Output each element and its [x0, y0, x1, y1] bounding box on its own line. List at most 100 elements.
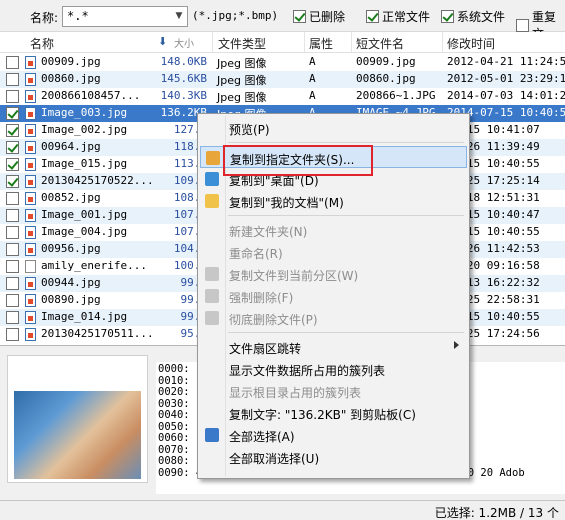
menu-separator [228, 332, 464, 333]
row-checkbox[interactable] [6, 277, 19, 290]
checkbox-deleted-label: 已删除 [309, 10, 346, 24]
menu-item-label: 预览(P) [229, 123, 270, 137]
table-row[interactable]: 00860.jpg 145.6KB Jpeg 图像 A 00860.jpg 2012-05… [0, 71, 565, 88]
cell-attr: A [309, 55, 316, 68]
cell-type: Jpeg 图像 [217, 74, 267, 87]
row-checkbox[interactable] [6, 192, 19, 205]
menu-item[interactable]: 全部取消选择(U) [200, 446, 467, 468]
table-row[interactable]: 200866108457... 140.3KB Jpeg 图像 A 200866~1.J… [0, 88, 565, 105]
cell-name: Image_014.jpg [41, 310, 128, 323]
name-filter-value: *.* [67, 9, 89, 23]
menu-item: 强制删除(F) [200, 285, 467, 307]
cell-attr: A [309, 72, 316, 85]
desktop-icon [205, 172, 219, 186]
sort-arrow-icon: ⬇ [158, 35, 168, 48]
image-file-icon [25, 175, 36, 188]
menu-item-label: 显示根目录占用的簇列表 [229, 386, 362, 400]
checkbox-system-label: 系统文件 [457, 10, 506, 24]
row-checkbox[interactable] [6, 175, 19, 188]
row-checkbox[interactable] [6, 107, 19, 120]
image-file-icon [25, 243, 36, 256]
menu-item-label: 复制文件到当前分区(W) [229, 269, 359, 283]
copy-folder-icon [206, 151, 220, 165]
erase-icon [205, 311, 219, 325]
menu-item[interactable]: 复制到"我的文档"(M) [200, 190, 467, 212]
system-files-checkbox[interactable]: 系统文件 [441, 8, 505, 25]
cell-name: 00964.jpg [41, 140, 101, 153]
cell-size: 140.3KB [160, 89, 207, 102]
cell-mtime: 2012-05-01 23:29:18 [447, 72, 565, 85]
chevron-down-icon[interactable]: ▼ [171, 7, 187, 26]
menu-item: 彻底删除文件(P) [200, 307, 467, 329]
cell-name: 20130425170511... [41, 327, 154, 340]
column-header-name[interactable]: 名称 [30, 35, 54, 52]
image-file-icon [25, 294, 36, 307]
cell-name: amily_enerife... [41, 259, 147, 272]
row-checkbox[interactable] [6, 328, 19, 341]
row-checkbox[interactable] [6, 90, 19, 103]
menu-item[interactable]: 显示文件数据所占用的簇列表 [200, 358, 467, 380]
checkbox-system[interactable] [441, 10, 454, 23]
menu-item-label: 文件扇区跳转 [229, 342, 302, 356]
cell-name: 200866108457... [41, 89, 141, 102]
thumbnail-frame [7, 355, 148, 483]
image-file-icon [25, 90, 36, 103]
menu-item[interactable]: 文件扇区跳转 [200, 336, 467, 358]
row-checkbox[interactable] [6, 209, 19, 222]
image-file-icon [25, 226, 36, 239]
menu-item[interactable]: 全部选择(A) [200, 424, 467, 446]
file-recovery-window: 名称: *.* ▼ (*.jpg;*.bmp) 已删除 正常文件 系统文件 重复… [0, 0, 565, 520]
deleted-files-checkbox[interactable]: 已删除 [293, 8, 345, 25]
image-thumbnail [14, 391, 141, 479]
cell-name: 00860.jpg [41, 72, 101, 85]
row-checkbox[interactable] [6, 73, 19, 86]
menu-item-label: 显示文件数据所占用的簇列表 [229, 364, 386, 378]
column-header-attr[interactable]: 属性 [309, 35, 333, 52]
row-checkbox[interactable] [6, 141, 19, 154]
column-divider[interactable] [351, 32, 352, 52]
cell-mtime: 2014-07-03 14:01:25 [447, 89, 565, 102]
image-file-icon [25, 328, 36, 341]
checkbox-deleted[interactable] [293, 10, 306, 23]
normal-files-checkbox[interactable]: 正常文件 [366, 8, 430, 25]
row-checkbox[interactable] [6, 226, 19, 239]
cell-name: Image_001.jpg [41, 208, 128, 221]
row-checkbox[interactable] [6, 311, 19, 324]
row-checkbox[interactable] [6, 260, 19, 273]
cell-attr: A [309, 89, 316, 102]
name-filter-combo[interactable]: *.* ▼ [62, 6, 188, 27]
column-divider[interactable] [304, 32, 305, 52]
row-checkbox[interactable] [6, 294, 19, 307]
file-pattern-text: (*.jpg;*.bmp) [192, 9, 279, 22]
cell-size: 145.6KB [160, 72, 207, 85]
menu-item: 复制文件到当前分区(W) [200, 263, 467, 285]
folder-icon [205, 194, 219, 208]
image-file-icon [25, 158, 36, 171]
image-file-icon [25, 277, 36, 290]
image-file-icon [25, 56, 36, 69]
row-checkbox[interactable] [6, 124, 19, 137]
image-file-icon [25, 260, 36, 273]
checkbox-normal[interactable] [366, 10, 379, 23]
column-header-size[interactable]: 大小 [174, 35, 194, 50]
row-checkbox[interactable] [6, 158, 19, 171]
column-divider[interactable] [212, 32, 213, 52]
table-row[interactable]: 00909.jpg 148.0KB Jpeg 图像 A 00909.jpg 2012-04… [0, 54, 565, 71]
menu-item[interactable]: 复制文字: "136.2KB" 到剪贴板(C) [200, 402, 467, 424]
cell-mtime: 2012-04-21 11:24:58 [447, 55, 565, 68]
select-all-icon [205, 428, 219, 442]
image-file-icon [25, 73, 36, 86]
column-header-mtime[interactable]: 修改时间 [447, 35, 495, 52]
menu-item[interactable]: 预览(P) [200, 117, 467, 139]
row-checkbox[interactable] [6, 56, 19, 69]
column-header-type[interactable]: 文件类型 [218, 35, 266, 52]
column-header-short-name[interactable]: 短文件名 [356, 35, 404, 52]
image-file-icon [25, 107, 36, 120]
cell-size: 148.0KB [160, 55, 207, 68]
column-divider[interactable] [442, 32, 443, 52]
checkbox-duplicate[interactable] [516, 18, 529, 32]
menu-item: 新建文件夹(N) [200, 219, 467, 241]
row-checkbox[interactable] [6, 243, 19, 256]
filter-toolbar: 名称: *.* ▼ (*.jpg;*.bmp) 已删除 正常文件 系统文件 重复… [0, 0, 565, 41]
cell-short: 200866~1.JPG [356, 89, 436, 102]
